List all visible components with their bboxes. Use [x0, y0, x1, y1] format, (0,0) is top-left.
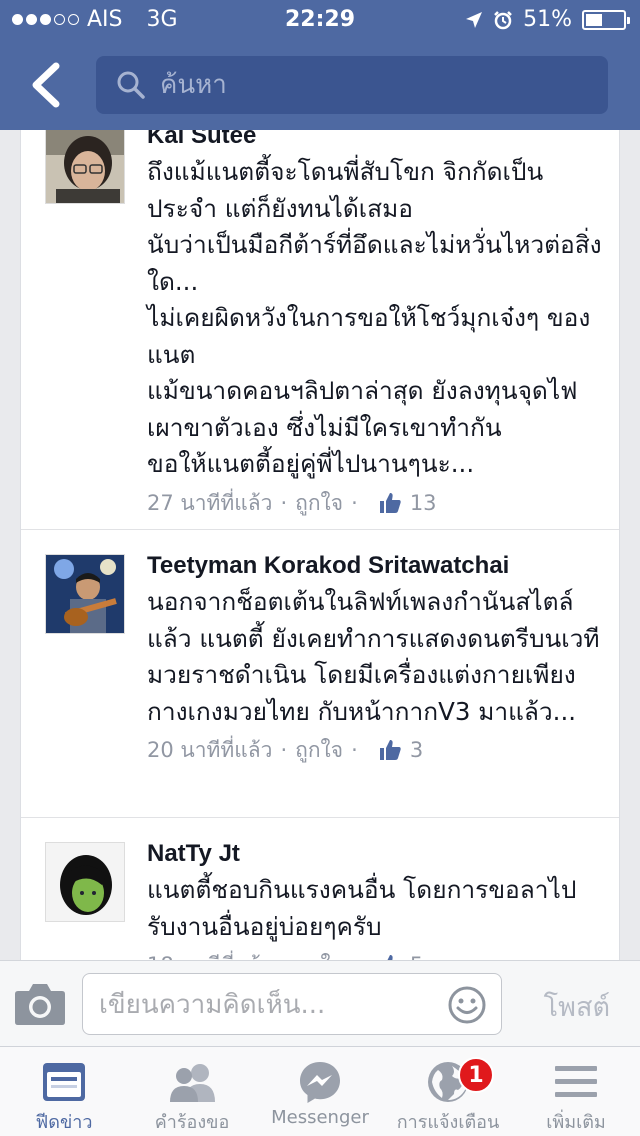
like-link[interactable]: ถูกใจ — [295, 487, 343, 519]
separator: · — [280, 738, 288, 762]
profile-photo-guitarist-icon — [46, 555, 124, 633]
navigation-bar — [0, 40, 640, 130]
comment-input[interactable] — [99, 986, 439, 1024]
comment-item: Kai Sutee ถึงแม้แนตตี้จะโดนพี่สับโขก จิก… — [21, 130, 619, 530]
like-link[interactable]: ถูกใจ — [295, 734, 343, 766]
location-arrow-icon — [466, 11, 483, 28]
friend-requests-icon — [170, 1064, 215, 1102]
comment-compose-bar: โพสต์ — [0, 960, 640, 1046]
status-bar: AIS 3G 22:29 51% — [0, 0, 640, 40]
comment-time[interactable]: 27 นาทีที่แล้ว — [147, 487, 272, 519]
avatar[interactable] — [45, 130, 125, 204]
battery-icon — [582, 9, 630, 30]
battery-percent: 51% — [523, 7, 572, 32]
comment-item: Teetyman Korakod Sritawatchai นอกจากช็อต… — [21, 530, 619, 818]
search-icon — [117, 71, 145, 99]
messenger-icon — [300, 1062, 340, 1103]
comment-meta: 20 นาทีที่แล้ว · ถูกใจ · 3 — [147, 734, 605, 766]
tab-friend-requests[interactable]: คำร้องขอ — [128, 1047, 256, 1136]
tab-label: เพิ่มเติม — [546, 1112, 606, 1133]
separator: · — [280, 949, 287, 960]
comment-field[interactable] — [82, 973, 502, 1035]
comments-feed[interactable]: Kai Sutee ถึงแม้แนตตี้จะโดนพี่สับโขก จิก… — [20, 130, 620, 960]
comment-item: NatTy Jt แนตตี้ชอบกินแรงคนอื่น โดยการขอล… — [21, 818, 619, 960]
comment-meta: 18 นาทีที่แล้ว · ถูกใจ · 5 — [147, 949, 605, 960]
tab-more[interactable]: เพิ่มเติม — [512, 1047, 640, 1136]
separator: · — [351, 738, 358, 762]
thumbs-up-icon — [387, 955, 393, 960]
status-right: 51% — [465, 7, 630, 32]
commenter-name[interactable]: NatTy Jt — [147, 836, 605, 872]
tab-notifications[interactable]: 1 การแจ้งเตือน — [384, 1047, 512, 1136]
camera-button[interactable] — [14, 981, 66, 1027]
profile-photo-natty-icon — [46, 843, 124, 921]
comment-text: นอกจากช็อตเต้นในลิฟท์เพลงกำนันสไตล์แล้ว … — [147, 587, 600, 726]
comment-text: แนตตี้ชอบกินแรงคนอื่น โดยการขอลาไปรับงาน… — [147, 875, 577, 941]
separator: · — [351, 490, 358, 515]
smiley-icon — [448, 986, 486, 1024]
thumbs-up-icon — [379, 492, 401, 513]
search-input[interactable] — [160, 70, 560, 100]
thumbs-up-icon — [379, 740, 401, 760]
tab-bar: ฟีดข่าว คำร้องขอ Messenger 1 การแจ้งเตือ… — [0, 1046, 640, 1136]
news-feed-icon — [43, 1063, 85, 1101]
like-count[interactable]: 13 — [410, 487, 437, 519]
tab-label: คำร้องขอ — [154, 1112, 230, 1133]
post-button[interactable]: โพสต์ — [544, 985, 610, 1028]
like-count[interactable]: 5 — [410, 949, 423, 960]
commenter-name[interactable]: Kai Sutee — [147, 130, 605, 154]
separator: · — [280, 490, 288, 515]
comment-text: ถึงแม้แนตตี้จะโดนพี่สับโขก จิกกัดเป็นประ… — [147, 157, 602, 478]
tab-label: ฟีดข่าว — [35, 1112, 93, 1133]
alarm-clock-icon — [494, 10, 512, 29]
commenter-name[interactable]: Teetyman Korakod Sritawatchai — [147, 548, 605, 584]
search-bar[interactable] — [96, 56, 608, 114]
profile-photo-kai-icon — [46, 130, 124, 203]
tab-label: Messenger — [271, 1107, 369, 1128]
tab-label: การแจ้งเตือน — [396, 1112, 500, 1133]
comment-meta: 27 นาทีที่แล้ว · ถูกใจ · 13 — [147, 487, 605, 519]
back-arrow-icon — [32, 62, 60, 108]
separator: · — [351, 949, 358, 960]
like-count[interactable]: 3 — [410, 734, 423, 766]
avatar[interactable] — [45, 554, 125, 634]
menu-icon — [555, 1066, 597, 1097]
camera-icon — [15, 984, 65, 1025]
comment-time[interactable]: 20 นาทีที่แล้ว — [147, 734, 272, 766]
sticker-button[interactable] — [447, 985, 487, 1025]
back-button[interactable] — [24, 60, 74, 110]
comment-time[interactable]: 18 นาทีที่แล้ว — [147, 949, 272, 960]
tab-news-feed[interactable]: ฟีดข่าว — [0, 1047, 128, 1136]
tab-messenger[interactable]: Messenger — [256, 1047, 384, 1136]
notification-badge: 1 — [458, 1057, 494, 1093]
like-link[interactable]: ถูกใจ — [295, 949, 343, 960]
avatar[interactable] — [45, 842, 125, 922]
